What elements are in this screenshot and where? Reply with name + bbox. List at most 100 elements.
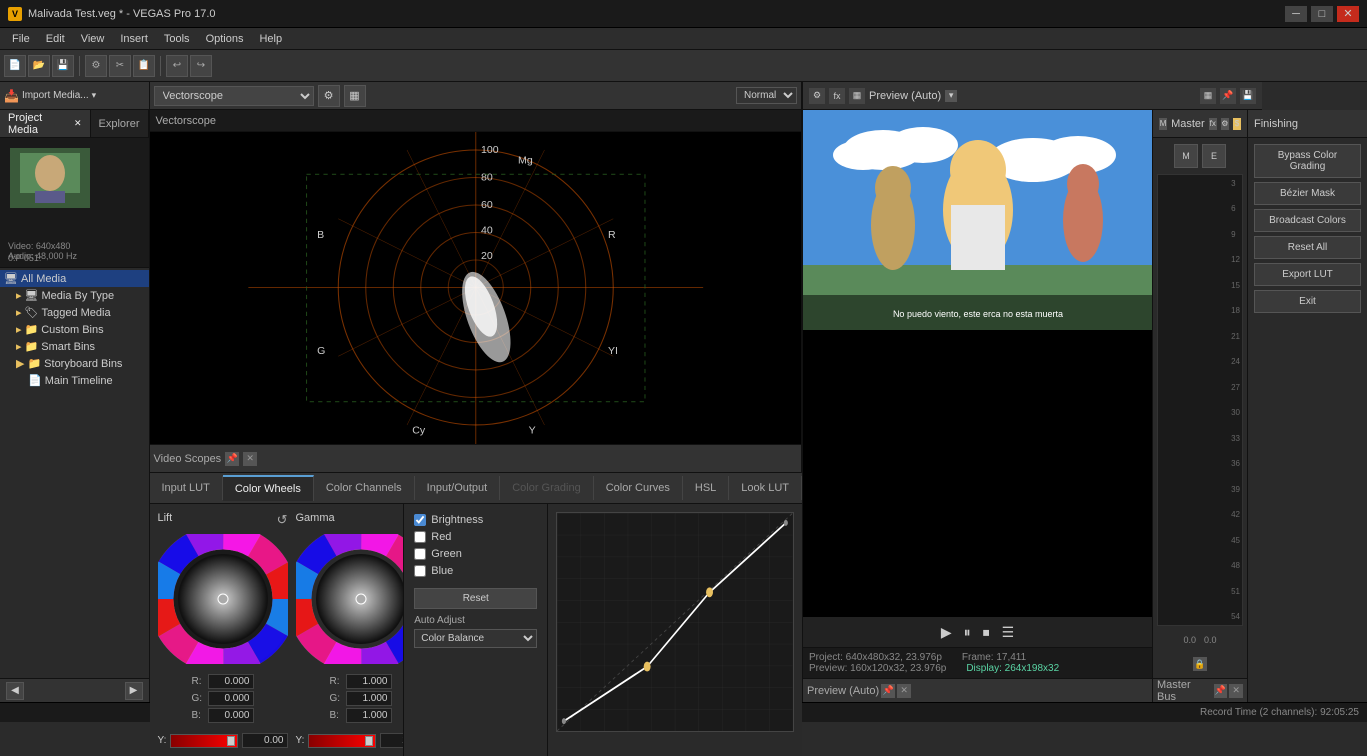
lift-r-input[interactable] <box>208 674 254 689</box>
gamma-g-input[interactable] <box>346 691 392 706</box>
master-lock-button[interactable]: 🔒 <box>1193 657 1207 671</box>
menu-options[interactable]: Options <box>198 31 252 47</box>
gold-icon[interactable]: $ <box>1233 118 1241 130</box>
lift-y-slider[interactable] <box>170 734 237 748</box>
settings-icon[interactable]: ⚙ <box>1221 118 1229 130</box>
tree-tagged-media[interactable]: ▸ 🏷 Tagged Media <box>0 304 149 321</box>
tab-color-wheels[interactable]: Color Wheels <box>223 475 314 501</box>
menu-help[interactable]: Help <box>251 31 290 47</box>
tab-hsl[interactable]: HSL <box>683 476 729 500</box>
lift-y-input[interactable] <box>242 733 288 748</box>
reset-all-button[interactable]: Reset All <box>1254 236 1361 259</box>
paste-button[interactable]: 📋 <box>133 55 155 77</box>
preview-grid-button[interactable]: ▦ <box>1200 88 1216 104</box>
fx-icon[interactable]: fx <box>1209 118 1217 130</box>
tree-prev-button[interactable]: ◀ <box>6 682 24 700</box>
tab-explorer[interactable]: Explorer <box>91 110 149 137</box>
tree-media-by-type[interactable]: ▸ 🖥 Media By Type <box>0 287 149 304</box>
cut-button[interactable]: ✂ <box>109 55 131 77</box>
reset-button[interactable]: Reset <box>414 588 537 609</box>
preview-save-button[interactable]: 💾 <box>1240 88 1256 104</box>
green-checkbox[interactable] <box>414 548 426 560</box>
open-button[interactable]: 📂 <box>28 55 50 77</box>
tree-main-timeline[interactable]: 📄 Main Timeline <box>0 372 149 389</box>
gamma-y-input[interactable] <box>380 733 404 748</box>
maximize-button[interactable]: □ <box>1311 6 1333 22</box>
broadcast-colors-button[interactable]: Broadcast Colors <box>1254 209 1361 232</box>
preview-fx-button[interactable]: fx <box>829 88 845 104</box>
master-bus-pin[interactable]: 📌 <box>1214 684 1228 698</box>
bezier-mask-button[interactable]: Bézier Mask <box>1254 182 1361 205</box>
tab-input-output[interactable]: Input/Output <box>415 476 501 500</box>
lift-g-input[interactable] <box>208 691 254 706</box>
project-media-close[interactable]: ✕ <box>74 118 82 129</box>
gamma-y-slider[interactable] <box>308 734 375 748</box>
new-project-button[interactable]: 📄 <box>4 55 26 77</box>
tree-all-media[interactable]: 🖥 All Media <box>0 270 149 287</box>
redo-button[interactable]: ↪ <box>190 55 212 77</box>
master-eq-button[interactable]: M <box>1174 144 1198 168</box>
undo-button[interactable]: ↩ <box>166 55 188 77</box>
tab-input-lut[interactable]: Input LUT <box>150 476 223 500</box>
scopes-pin-button[interactable]: 📌 <box>225 452 239 466</box>
menu-edit[interactable]: Edit <box>38 31 73 47</box>
gamma-r-input[interactable] <box>346 674 392 689</box>
menu-insert[interactable]: Insert <box>112 31 156 47</box>
close-button[interactable]: ✕ <box>1337 6 1359 22</box>
tree-storyboard-bins[interactable]: ▶ 📁 Storyboard Bins <box>0 355 149 372</box>
auto-adjust-select[interactable]: Color Balance Levels <box>414 629 537 648</box>
master-fader[interactable]: 3 6 9 12 15 18 21 24 27 30 33 36 <box>1157 174 1243 626</box>
lift-b-input[interactable] <box>208 708 254 723</box>
lift-reset-icon[interactable]: ↺ <box>277 512 288 528</box>
lift-wheel[interactable] <box>158 534 288 664</box>
tab-color-channels[interactable]: Color Channels <box>314 476 415 500</box>
tab-color-curves[interactable]: Color Curves <box>594 476 683 500</box>
master-icon[interactable]: M <box>1159 118 1167 130</box>
master-bus-close[interactable]: ✕ <box>1229 684 1243 698</box>
video-preview-pin[interactable]: 📌 <box>881 684 895 698</box>
gamma-wheel[interactable] <box>296 534 404 664</box>
all-media-icon: 🖥 <box>4 272 18 285</box>
curves-canvas[interactable] <box>556 512 794 732</box>
menu-button[interactable]: ☰ <box>1002 624 1015 641</box>
preview-mode-button[interactable]: ▦ <box>849 88 865 104</box>
master-comp-button[interactable]: E <box>1202 144 1226 168</box>
scopes-bars-button[interactable]: ▦ <box>344 85 366 107</box>
preview-settings-button[interactable]: ⚙ <box>809 88 825 104</box>
gamma-r-row: R: <box>330 674 392 689</box>
gamma-b-input[interactable] <box>346 708 392 723</box>
tab-look-lut[interactable]: Look LUT <box>729 476 802 500</box>
import-media-button[interactable]: 📥 Import Media... ▾ <box>4 89 96 103</box>
tree-smart-bins[interactable]: ▸ 📁 Smart Bins <box>0 338 149 355</box>
scopes-dropdown[interactable]: Vectorscope Waveform Histogram Parade <box>154 86 314 106</box>
preview-snap-button[interactable]: 📌 <box>1220 88 1236 104</box>
scopes-close-button[interactable]: ✕ <box>243 452 257 466</box>
pause-button[interactable]: ⏸ <box>964 624 971 641</box>
bypass-color-grading-button[interactable]: Bypass Color Grading <box>1254 144 1361 178</box>
scopes-settings-button[interactable]: ⚙ <box>318 85 340 107</box>
red-checkbox[interactable] <box>414 531 426 543</box>
save-button[interactable]: 💾 <box>52 55 74 77</box>
scope-mode-dropdown[interactable]: Normal Log <box>736 87 797 104</box>
brightness-checkbox[interactable] <box>414 514 426 526</box>
stop-button[interactable]: ⏹ <box>983 624 990 641</box>
right-section: ⚙ fx ▦ Preview (Auto) ▾ ▦ 📌 💾 <box>802 82 1367 702</box>
export-lut-button[interactable]: Export LUT <box>1254 263 1361 286</box>
video-preview-close[interactable]: ✕ <box>897 684 911 698</box>
tab-color-grading[interactable]: Color Grading <box>500 476 593 500</box>
curves-panel <box>548 504 802 756</box>
play-button[interactable]: ▶ <box>941 624 952 641</box>
media-by-type-icon2: 🖥 <box>25 289 39 302</box>
tab-project-media[interactable]: Project Media ✕ <box>0 110 91 137</box>
preview-dropdown-button[interactable]: ▾ <box>945 90 957 102</box>
menu-tools[interactable]: Tools <box>156 31 198 47</box>
tree-custom-bins[interactable]: ▸ 📁 Custom Bins <box>0 321 149 338</box>
exit-button[interactable]: Exit <box>1254 290 1361 313</box>
blue-checkbox[interactable] <box>414 565 426 577</box>
minimize-button[interactable]: ─ <box>1285 6 1307 22</box>
menu-file[interactable]: File <box>4 31 38 47</box>
tree-next-button[interactable]: ▶ <box>125 682 143 700</box>
settings-button[interactable]: ⚙ <box>85 55 107 77</box>
window-controls[interactable]: ─ □ ✕ <box>1285 6 1359 22</box>
menu-view[interactable]: View <box>73 31 113 47</box>
